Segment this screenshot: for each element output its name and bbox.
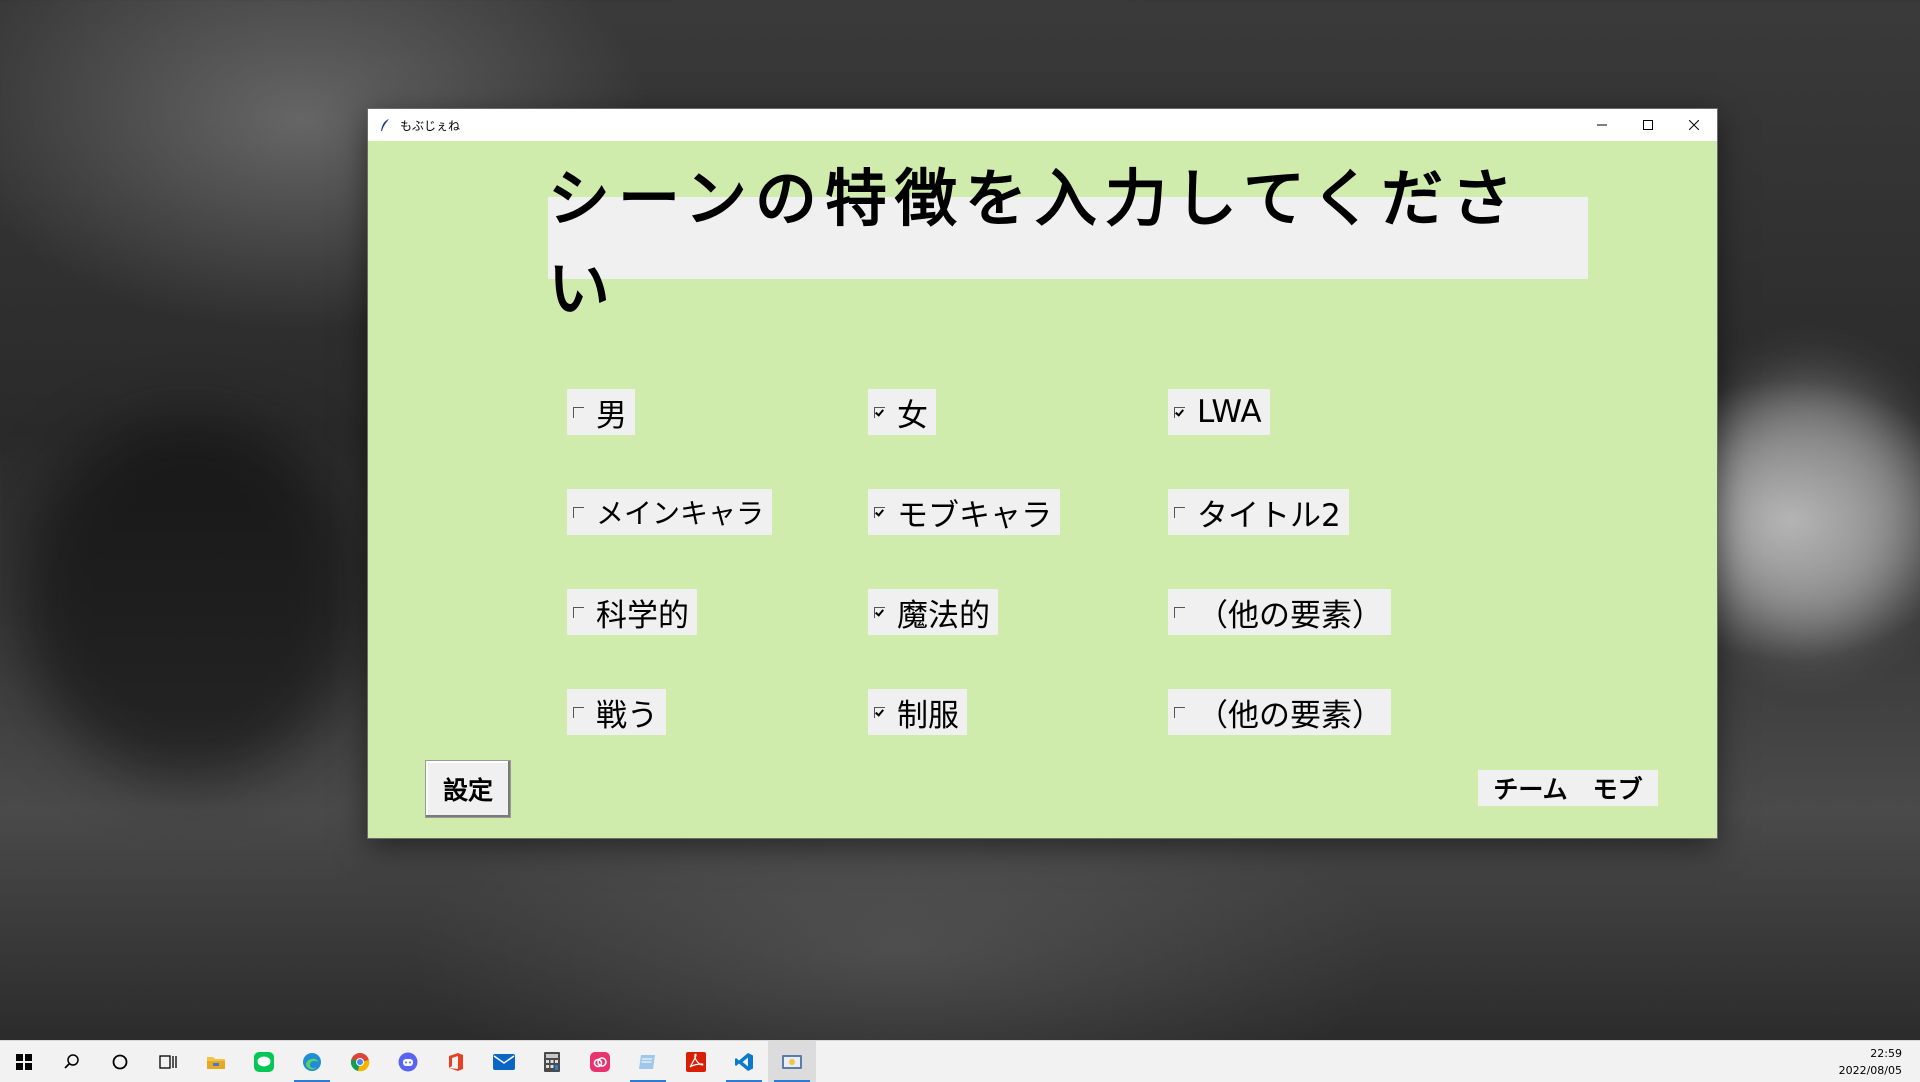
checkbox-label: 戦う bbox=[596, 697, 658, 734]
notepad-icon[interactable] bbox=[624, 1041, 672, 1082]
checkbox-indicator-checked[interactable] bbox=[874, 406, 885, 418]
checkbox-label: 男 bbox=[596, 397, 627, 434]
acrobat-icon[interactable] bbox=[672, 1041, 720, 1082]
checkbox-mob-character[interactable]: モブキャラ bbox=[868, 489, 1060, 535]
checkbox-label: メインキャラ bbox=[596, 497, 765, 530]
clock-date: 2022/08/05 bbox=[1838, 1064, 1902, 1077]
checkbox-label: LWA bbox=[1197, 394, 1262, 430]
calculator-icon[interactable] bbox=[528, 1041, 576, 1082]
window-title: もぶじぇね bbox=[400, 118, 461, 133]
checkbox-lwa[interactable]: LWA bbox=[1168, 389, 1270, 435]
maximize-button[interactable] bbox=[1625, 109, 1671, 141]
page-title: シーンの特徴を入力してください bbox=[548, 162, 1588, 325]
checkbox-label: （他の要素） bbox=[1197, 697, 1383, 734]
checkbox-indicator[interactable] bbox=[1174, 606, 1185, 618]
close-button[interactable] bbox=[1671, 109, 1717, 141]
checkbox-indicator[interactable] bbox=[1174, 706, 1185, 718]
cortana-icon[interactable] bbox=[96, 1041, 144, 1082]
checkbox-indicator[interactable] bbox=[573, 706, 584, 718]
checkbox-female[interactable]: 女 bbox=[868, 389, 936, 435]
checkbox-scientific[interactable]: 科学的 bbox=[567, 589, 697, 635]
checkbox-other-element-2[interactable]: （他の要素） bbox=[1168, 689, 1391, 735]
system-clock[interactable]: 22:59 2022/08/05 bbox=[1839, 1045, 1902, 1079]
taskbar: 22:59 2022/08/05 bbox=[0, 1040, 1920, 1082]
checkbox-indicator-checked[interactable] bbox=[874, 606, 885, 618]
window-controls bbox=[1579, 109, 1717, 141]
file-explorer-icon[interactable] bbox=[192, 1041, 240, 1082]
vscode-icon[interactable] bbox=[720, 1041, 768, 1082]
checkbox-indicator[interactable] bbox=[573, 606, 584, 618]
edge-icon[interactable] bbox=[288, 1041, 336, 1082]
checkbox-indicator-checked[interactable] bbox=[874, 506, 885, 518]
minimize-button[interactable] bbox=[1579, 109, 1625, 141]
checkbox-label: タイトル2 bbox=[1197, 497, 1341, 534]
checkbox-fight[interactable]: 戦う bbox=[567, 689, 666, 735]
windows-start-icon[interactable] bbox=[0, 1041, 48, 1082]
checkbox-indicator-checked[interactable] bbox=[1174, 406, 1185, 418]
checkbox-label: 女 bbox=[897, 397, 928, 434]
checkbox-indicator-checked[interactable] bbox=[874, 706, 885, 718]
checkbox-title2[interactable]: タイトル2 bbox=[1168, 489, 1349, 535]
checkbox-male[interactable]: 男 bbox=[567, 389, 635, 435]
checkbox-label: 科学的 bbox=[596, 597, 689, 634]
checkbox-label: 魔法的 bbox=[897, 597, 990, 634]
creative-cloud-icon[interactable] bbox=[576, 1041, 624, 1082]
search-icon[interactable] bbox=[48, 1041, 96, 1082]
python-icon[interactable] bbox=[768, 1041, 816, 1082]
window-titlebar[interactable]: もぶじぇね bbox=[368, 109, 1717, 141]
checkbox-uniform[interactable]: 制服 bbox=[868, 689, 967, 735]
feather-icon bbox=[376, 116, 394, 134]
clock-time: 22:59 bbox=[1870, 1047, 1902, 1060]
checkbox-label: モブキャラ bbox=[897, 497, 1052, 534]
task-view-icon[interactable] bbox=[144, 1041, 192, 1082]
checkbox-main-character[interactable]: メインキャラ bbox=[567, 489, 773, 535]
settings-button[interactable]: 設定 bbox=[425, 760, 511, 818]
checkbox-indicator[interactable] bbox=[573, 406, 584, 418]
checkbox-other-element-1[interactable]: （他の要素） bbox=[1168, 589, 1391, 635]
checkbox-magical[interactable]: 魔法的 bbox=[868, 589, 998, 635]
checkbox-label: （他の要素） bbox=[1197, 597, 1383, 634]
checkbox-indicator[interactable] bbox=[573, 506, 584, 518]
line-icon[interactable] bbox=[240, 1041, 288, 1082]
checkbox-label: 制服 bbox=[897, 697, 959, 734]
mail-icon[interactable] bbox=[480, 1041, 528, 1082]
wallpaper-blur-light bbox=[1700, 380, 1920, 640]
discord-icon[interactable] bbox=[384, 1041, 432, 1082]
wallpaper-blur-dark bbox=[20, 420, 360, 780]
app-window: もぶじぇね シーンの特徴を入力してください 男 女 LWA メインキャラ モブキ… bbox=[368, 109, 1717, 838]
checkbox-indicator[interactable] bbox=[1174, 506, 1185, 518]
office-icon[interactable] bbox=[432, 1041, 480, 1082]
chrome-icon[interactable] bbox=[336, 1041, 384, 1082]
team-credit-label: チーム モブ bbox=[1478, 770, 1658, 806]
